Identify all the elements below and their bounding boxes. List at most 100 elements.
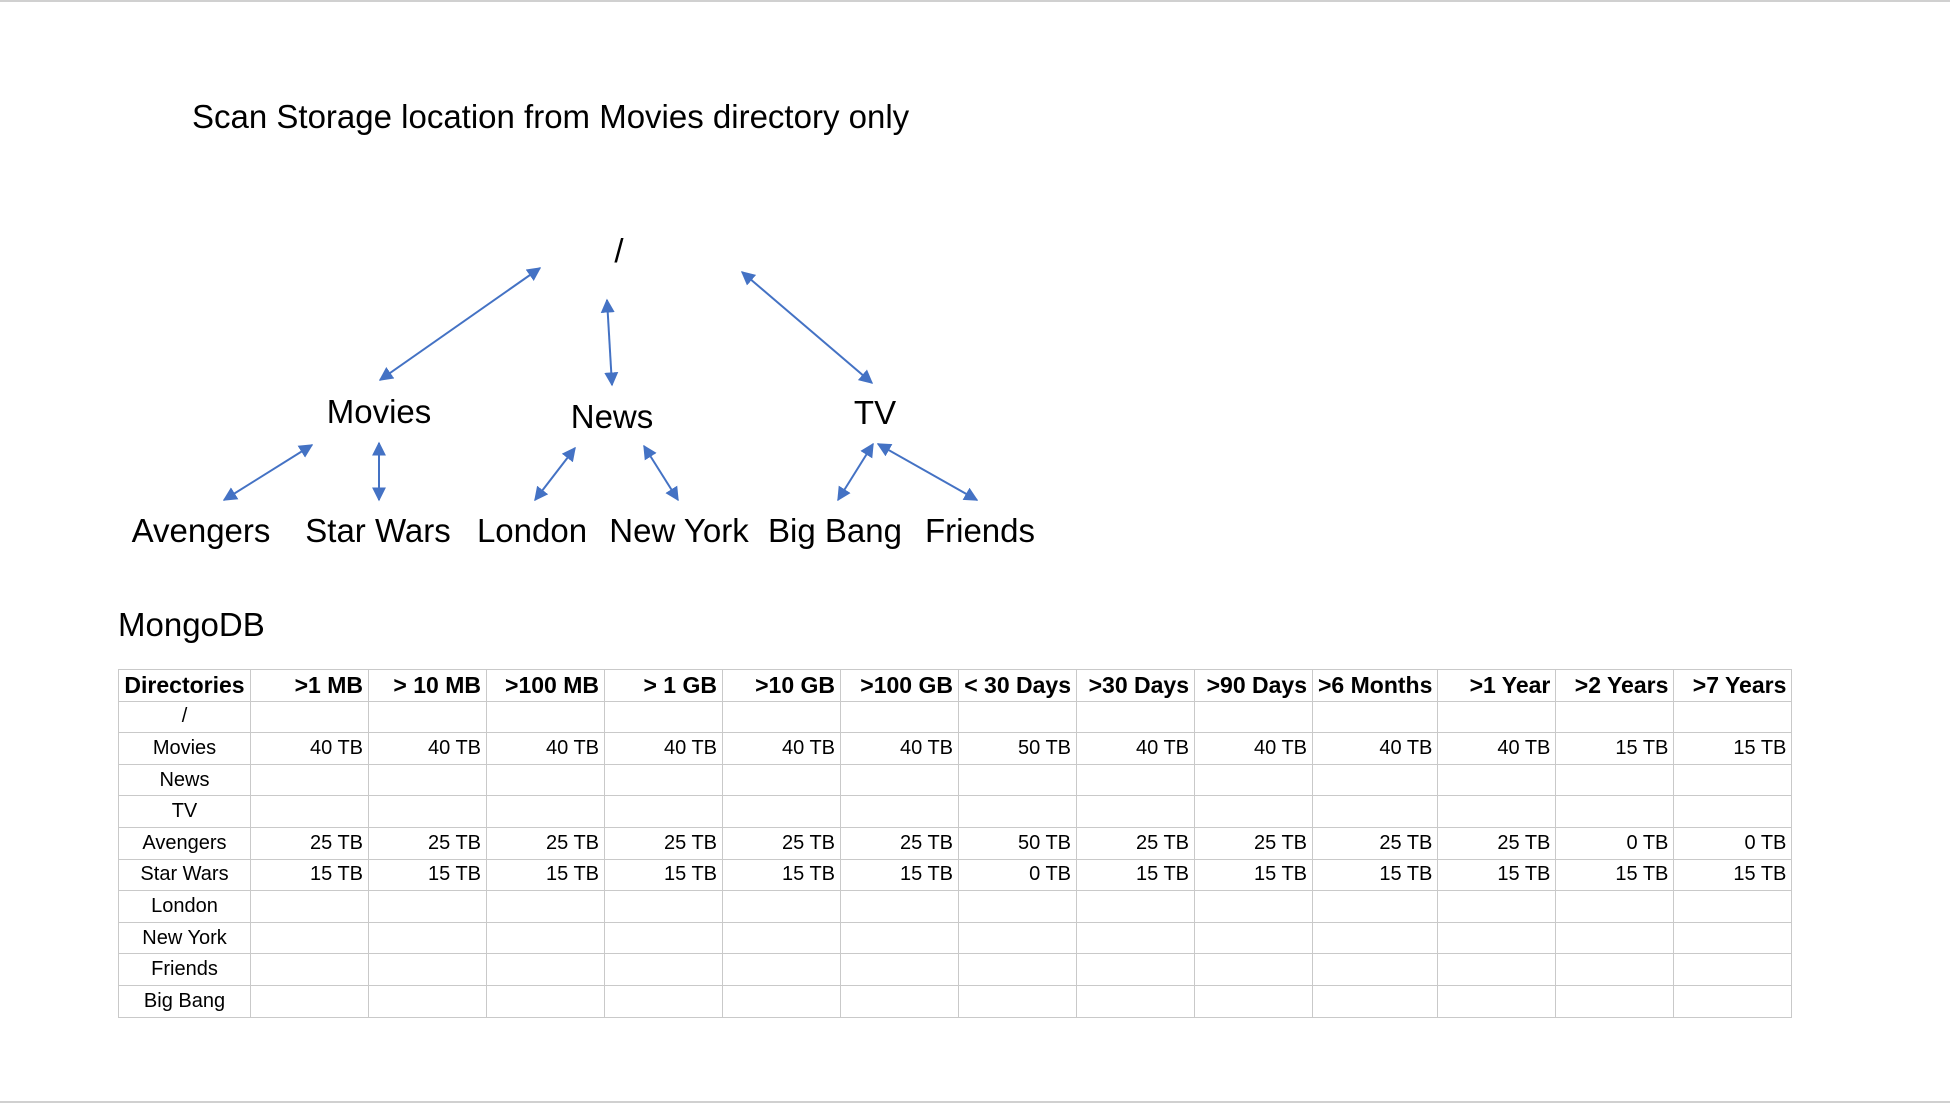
size-cell [604, 795, 723, 828]
size-cell [368, 984, 487, 1018]
size-cell [722, 763, 841, 797]
size-cell: 15 TB [486, 858, 605, 892]
size-cell [1194, 953, 1313, 986]
size-cell [722, 700, 841, 734]
bottom-border [0, 1101, 1950, 1103]
directory-cell: Star Wars [118, 858, 251, 892]
size-cell [1673, 700, 1793, 734]
size-cell [250, 984, 369, 1018]
size-cell: 25 TB [1437, 826, 1557, 860]
tree-node-friends: Friends [924, 512, 1036, 549]
size-cell [1555, 984, 1675, 1018]
tree-node-root: / [614, 232, 624, 269]
size-cell [1437, 921, 1557, 955]
table-row: Friends [118, 953, 1793, 986]
tree-connectors [222, 267, 979, 502]
column-header: >30 Days [1076, 669, 1195, 702]
size-cell: 15 TB [250, 858, 369, 892]
size-cell [722, 890, 841, 923]
table-row: Movies 40 TB 40 TB 40 TB 40 TB 40 TB 40 TB 50 T… [118, 732, 1793, 765]
size-cell [1673, 890, 1793, 923]
size-cell [368, 763, 487, 797]
column-header: < 30 Days [958, 669, 1077, 702]
size-cell: 15 TB [840, 858, 959, 892]
directory-cell: New York [118, 921, 251, 955]
column-header: >7 Years [1673, 669, 1793, 702]
tree-node-tv: TV [853, 394, 897, 431]
tree-node-new-york: New York [609, 512, 749, 549]
size-cell: 15 TB [1555, 858, 1675, 892]
size-cell [1194, 795, 1313, 828]
size-cell [1311, 921, 1439, 955]
table-row: London [118, 890, 1793, 923]
column-header: > 1 GB [604, 669, 723, 702]
size-cell [1437, 953, 1557, 986]
table-row: New York [118, 921, 1793, 955]
size-cell [1194, 700, 1313, 734]
size-cell [1437, 700, 1557, 734]
size-cell [1437, 795, 1557, 828]
size-cell [722, 921, 841, 955]
table-row: News [118, 763, 1793, 797]
size-cell: 50 TB [958, 826, 1077, 860]
size-cell: 15 TB [604, 858, 723, 892]
column-header: Directories [118, 669, 251, 702]
size-cell [486, 890, 605, 923]
size-cell [1194, 984, 1313, 1018]
tree-node-movies: Movies [326, 393, 432, 430]
size-cell: 15 TB [1673, 732, 1793, 765]
size-cell [840, 953, 959, 986]
size-cell [1673, 984, 1793, 1018]
size-cell [250, 795, 369, 828]
mongodb-title: MongoDB [118, 606, 265, 643]
tree-node-big-bang: Big Bang [768, 512, 902, 549]
column-header: >1 Year [1437, 669, 1557, 702]
column-header: >6 Months [1311, 669, 1439, 702]
size-cell [486, 700, 605, 734]
size-cell [486, 984, 605, 1018]
tree-node-avengers: Avengers [131, 512, 271, 549]
size-cell [1673, 763, 1793, 797]
size-cell: 25 TB [250, 826, 369, 860]
size-cell [1076, 921, 1195, 955]
arrow-news-newyork [643, 444, 679, 502]
size-cell [486, 795, 605, 828]
size-cell: 15 TB [1311, 858, 1439, 892]
size-cell [368, 890, 487, 923]
arrow-tv-friends [876, 443, 979, 501]
arrow-root-movies [378, 267, 542, 381]
size-cell [368, 700, 487, 734]
size-cell [604, 890, 723, 923]
directory-cell: Avengers [118, 826, 251, 860]
size-cell [250, 890, 369, 923]
size-cell: 15 TB [1555, 732, 1675, 765]
directory-cell: News [118, 763, 251, 797]
size-cell: 40 TB [1311, 732, 1439, 765]
size-cell [1437, 984, 1557, 1018]
size-cell [1076, 953, 1195, 986]
tree-node-london: London [476, 512, 588, 549]
size-cell: 25 TB [1076, 826, 1195, 860]
directory-cell: London [118, 890, 251, 923]
size-cell [486, 953, 605, 986]
size-cell [1555, 921, 1675, 955]
size-cell [840, 890, 959, 923]
size-cell [958, 984, 1077, 1018]
size-cell: 0 TB [958, 858, 1077, 892]
size-cell: 40 TB [1076, 732, 1195, 765]
size-cell: 15 TB [722, 858, 841, 892]
size-cell [1076, 700, 1195, 734]
size-cell [958, 890, 1077, 923]
size-cell [1194, 763, 1313, 797]
column-header: >1 MB [250, 669, 369, 702]
size-cell [722, 795, 841, 828]
table-row: Big Bang [118, 984, 1793, 1018]
size-cell [1311, 795, 1439, 828]
storage-table: Directories >1 MB > 10 MB >100 MB > 1 GB… [118, 669, 1793, 1018]
size-cell [250, 921, 369, 955]
table-row: Star Wars 15 TB 15 TB 15 TB 15 TB 15 TB 15 TB 0… [118, 858, 1793, 892]
column-header: >10 GB [722, 669, 841, 702]
column-header: >2 Years [1555, 669, 1675, 702]
arrow-root-tv [740, 271, 874, 384]
arrow-root-news [600, 298, 619, 387]
